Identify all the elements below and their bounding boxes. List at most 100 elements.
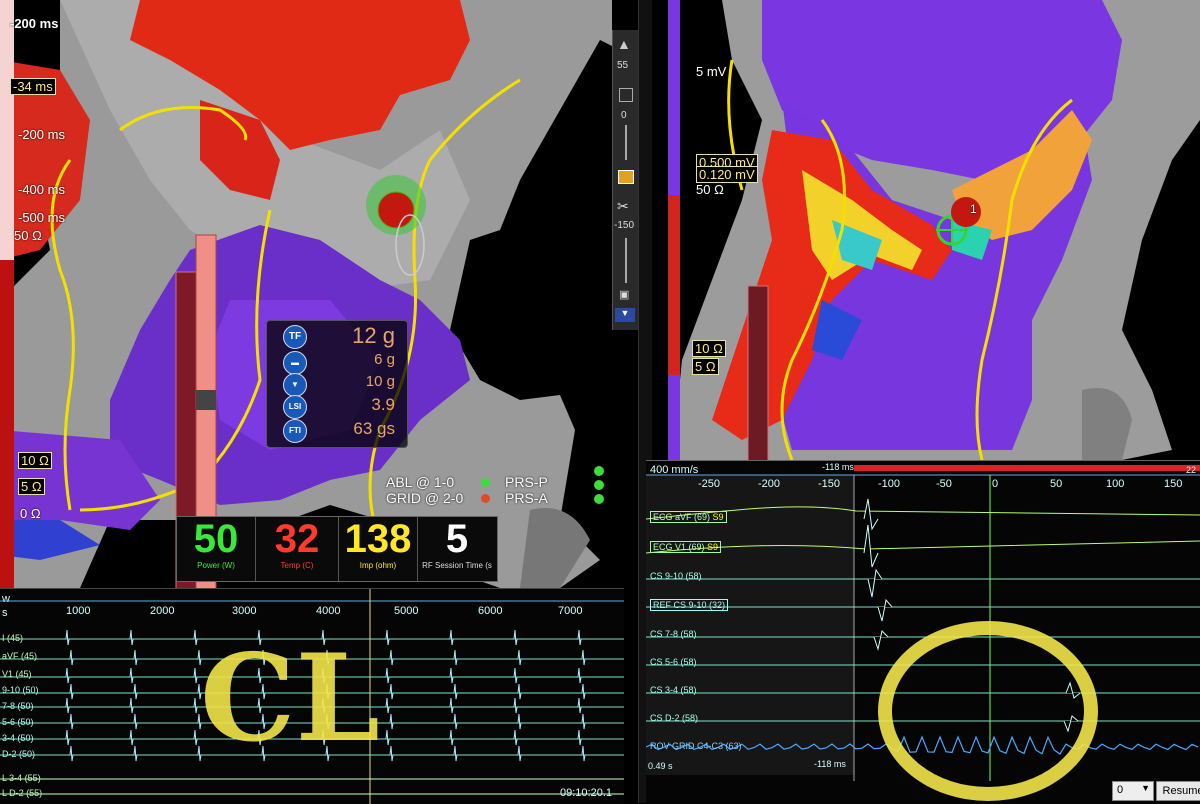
channel-select[interactable]: 0 ▼: [1112, 781, 1154, 801]
scissors-icon[interactable]: ✂: [617, 198, 629, 215]
ecg-deflection: [863, 524, 879, 568]
ecg-spike: [389, 649, 394, 666]
right-ecg-tick-100: 100: [1106, 478, 1125, 490]
ecg-spike: [69, 683, 74, 700]
lateral-force-icon: ▬: [283, 351, 307, 375]
right-ecg-tick-50: 50: [1050, 478, 1063, 490]
scroll-down-icon[interactable]: ▼: [615, 308, 635, 322]
right-ecg-tick-m150: -150: [818, 478, 841, 490]
left-ecg-tick-7000: 7000: [558, 605, 583, 617]
ecg-spike: [513, 697, 518, 714]
left-scale-label-2: -34 ms: [10, 78, 56, 95]
right-ecg-tick-150: 150: [1164, 478, 1183, 490]
right-ecg-tick-m200: -200: [758, 478, 781, 490]
right-ecg-tick-0: 0: [992, 478, 999, 490]
chevron-down-icon: ▼: [1141, 783, 1150, 793]
right-ch-1-label: ECG aVF (69): [653, 512, 711, 522]
legend-prs-p: PRS-P: [505, 474, 548, 490]
right-ch-9: ROV GRID C4-C3 (63): [650, 741, 742, 751]
ecg-spike: [65, 697, 70, 714]
resume-button[interactable]: Resume: [1156, 781, 1200, 801]
ecg-spike: [453, 683, 458, 700]
left-ch-5: 7-8 (50): [2, 701, 34, 711]
left-ecg-tick-1000: 1000: [66, 605, 91, 617]
right-ch-7: CS 3-4 (58): [650, 685, 697, 695]
ecg-deflection: [867, 568, 883, 598]
status-dot-2: [594, 480, 604, 490]
ecg-spike: [581, 683, 586, 700]
ecg-spike: [577, 629, 582, 646]
rf-impedance-value: 138: [344, 517, 412, 561]
legend-abl: ABL @ 1-0: [386, 474, 455, 490]
left-ch-4: 9-10 (50): [2, 685, 39, 695]
left-ohm-label-1: 10 Ω: [18, 452, 52, 469]
right-ecg-tick-m250: -250: [698, 478, 721, 490]
handwritten-circle-annotation: [878, 621, 1098, 801]
ecg-spike: [581, 745, 586, 762]
left-ch-3: V1 (45): [2, 669, 32, 679]
toolbar-value-low: -150: [614, 220, 635, 231]
rf-session-caption: RF Session Time (s: [422, 561, 492, 570]
ecg-spike: [517, 683, 522, 700]
lock-icon[interactable]: ▣: [619, 288, 629, 301]
right-ch-1: ECG aVF (69) S9: [650, 511, 727, 523]
ecg-spike: [449, 667, 454, 684]
left-ecg-tick-6000: 6000: [478, 605, 503, 617]
record-icon[interactable]: [618, 170, 634, 184]
ecg-spike: [517, 713, 522, 730]
ecg-spike: [517, 649, 522, 666]
toolbar-value-mid: 0: [621, 110, 627, 121]
rf-power-caption: Power (W): [197, 561, 235, 570]
ecg-spike: [69, 713, 74, 730]
ecg-spike: [449, 729, 454, 746]
total-force-icon: TF: [283, 325, 307, 349]
left-ch-2: aVF (45): [2, 651, 38, 661]
left-view-toolbar[interactable]: ▲ 55 0 ✂ -150 ▣ ▼: [612, 30, 639, 330]
ecg-spike: [133, 683, 138, 700]
ecg-spike: [577, 667, 582, 684]
right-ch-8: CS D-2 (58): [650, 713, 699, 723]
ecg-spike: [389, 713, 394, 730]
right-mv-value-2: 0.120 mV: [696, 166, 758, 183]
left-ch-10: L D-2 (55): [2, 788, 43, 798]
right-mv-top: 5 mV: [696, 64, 727, 79]
rf-session-value: 5: [445, 517, 469, 561]
legend-grid-dot: [481, 494, 490, 503]
right-ch-6: CS 5-6 (58): [650, 657, 697, 667]
ecg-spike: [577, 729, 582, 746]
ecg-spike: [65, 729, 70, 746]
axial-force-value: 10 g: [365, 373, 395, 390]
left-ch-1: I (45): [2, 633, 24, 643]
ecg-spike: [385, 629, 390, 646]
right-ch-2-label: ECG V1 (69): [653, 542, 705, 552]
left-ch-9: L 3-4 (55): [2, 773, 41, 783]
right-ecg-bottom-offset: -118 ms: [814, 759, 846, 769]
toolbar-slider-2[interactable]: [625, 238, 627, 283]
right-ch-2: ECG V1 (69) S9: [650, 541, 722, 553]
ecg-spike: [449, 629, 454, 646]
left-ecg-panel[interactable]: w s 1000 2000 3000 4000 5000 6000 7000 I…: [0, 588, 624, 804]
layer-icon[interactable]: [619, 88, 633, 102]
rf-power: 50 Power (W): [177, 517, 256, 581]
lsi-value: 3.9: [371, 395, 395, 414]
rf-temp: 32 Temp (C): [256, 517, 339, 581]
right-map-view[interactable]: 1 5 mV 0.500 mV 0.120 mV 50 Ω 10 Ω 5 Ω: [652, 0, 1200, 460]
lsi-icon: LSI: [283, 395, 307, 419]
ecg-spike: [69, 745, 74, 762]
toolbar-slider-1[interactable]: [625, 125, 627, 160]
right-ohm-label-2: 5 Ω: [692, 358, 719, 375]
right-ecg-panel[interactable]: 400 mm/s -118 ms 22 -250 -200 -150 -100 …: [646, 460, 1200, 804]
left-scale-label-6: 50 Ω: [14, 228, 42, 243]
ecg-deflection: [863, 498, 879, 531]
fti-value: 63 gs: [353, 419, 395, 438]
left-map-view[interactable]: -200 ms -34 ms -200 ms -400 ms -500 ms 5…: [0, 0, 612, 588]
ecg-spike: [133, 649, 138, 666]
left-ch-8: D-2 (50): [2, 749, 36, 759]
left-ch-6: 5-6 (50): [2, 717, 34, 727]
ecg-spike: [129, 729, 134, 746]
mountain-icon[interactable]: ▲: [617, 36, 631, 52]
right-ecg-bottom-left: 0.49 s: [648, 761, 673, 771]
left-scale-label-4: -400 ms: [18, 182, 65, 197]
left-scale-label-3: -200 ms: [18, 127, 65, 142]
ecg-spike: [385, 729, 390, 746]
